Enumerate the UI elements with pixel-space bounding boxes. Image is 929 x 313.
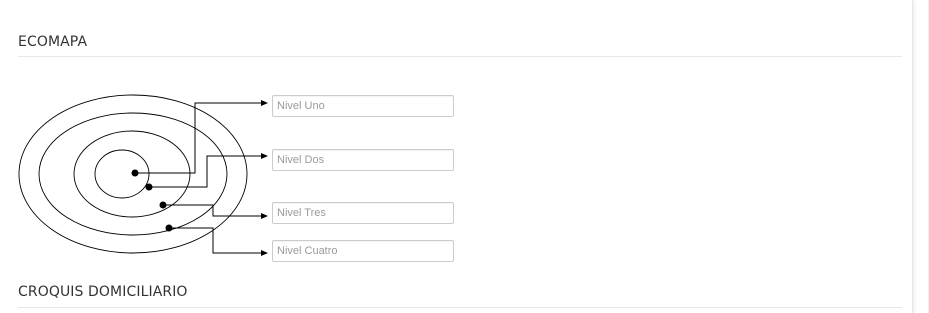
connector-nivel-cuatro <box>165 224 268 256</box>
nivel-uno-input[interactable] <box>272 95 454 117</box>
nivel-tres-input[interactable] <box>272 202 454 224</box>
content-panel: ECOMAPA Nivel Uno Nivel Dos Nivel Tres N… <box>0 0 913 313</box>
ecomapa-diagram <box>18 94 268 256</box>
croquis-section-title: CROQUIS DOMICILIARIO <box>18 284 188 300</box>
nivel-dos-input[interactable] <box>272 149 454 171</box>
page: ECOMAPA Nivel Uno Nivel Dos Nivel Tres N… <box>0 0 929 313</box>
connector-nivel-uno <box>131 100 268 177</box>
connector-nivel-tres <box>159 201 268 219</box>
connector-nivel-dos <box>145 153 268 191</box>
section-divider <box>18 307 902 308</box>
ring-inner <box>94 149 150 199</box>
nivel-cuatro-input[interactable] <box>272 240 454 262</box>
